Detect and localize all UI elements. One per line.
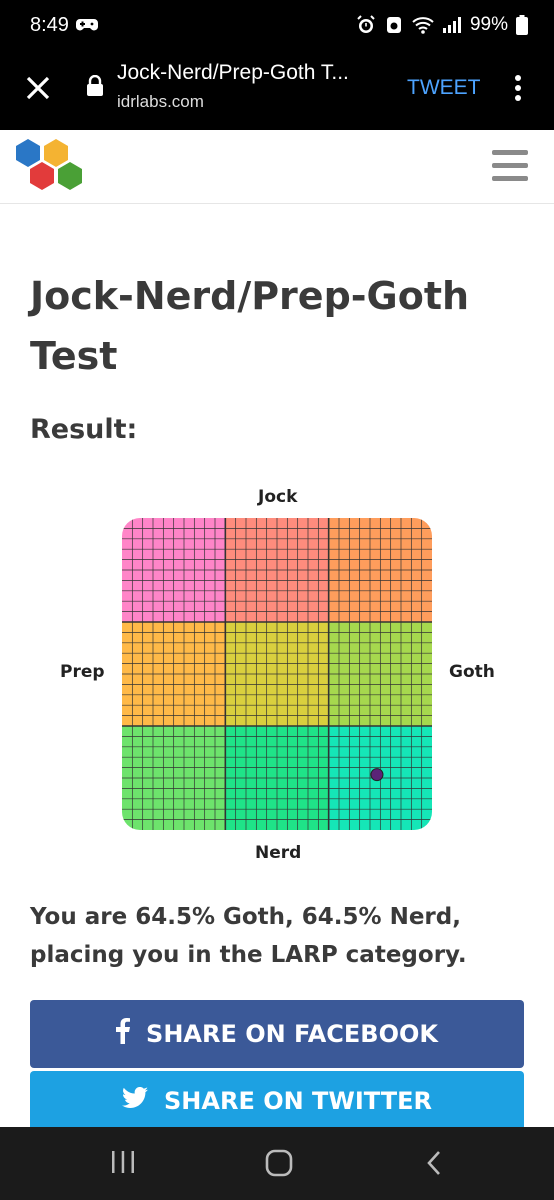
game-controller-icon	[76, 17, 98, 33]
idrlabs-logo-icon[interactable]	[14, 138, 86, 198]
wifi-icon	[412, 16, 434, 34]
axis-label-bottom: Nerd	[255, 843, 302, 863]
clock-icon	[384, 15, 404, 35]
browser-domain: idrlabs.com	[117, 92, 204, 111]
share-twitter-label: SHARE ON TWITTER	[164, 1087, 432, 1115]
axis-label-right: Goth	[449, 662, 495, 682]
close-icon[interactable]	[22, 72, 54, 104]
result-point	[370, 768, 384, 782]
home-icon[interactable]	[265, 1149, 293, 1181]
recent-apps-icon[interactable]	[110, 1149, 136, 1179]
more-options-icon[interactable]	[510, 72, 526, 108]
battery-percent: 99%	[469, 14, 508, 35]
tweet-button[interactable]: TWEET	[407, 76, 481, 100]
hamburger-menu-icon[interactable]	[492, 150, 528, 186]
back-icon[interactable]	[424, 1149, 444, 1181]
axis-label-top: Jock	[258, 487, 298, 507]
system-navigation-bar	[0, 1127, 554, 1200]
status-time: 8:49	[30, 14, 69, 36]
axis-label-left: Prep	[60, 662, 105, 682]
site-header	[0, 130, 554, 204]
share-facebook-label: SHARE ON FACEBOOK	[146, 1020, 438, 1048]
result-chart	[122, 518, 432, 830]
twitter-icon	[122, 1086, 149, 1115]
facebook-icon	[116, 1018, 131, 1050]
battery-icon	[516, 15, 528, 35]
lock-icon	[86, 74, 104, 101]
browser-page-title: Jock-Nerd/Prep-Goth T...	[117, 61, 349, 84]
alarm-icon	[356, 15, 376, 35]
status-bar: 8:49 99%	[0, 0, 554, 52]
result-text: You are 64.5% Goth, 64.5% Nerd, placing …	[30, 904, 467, 968]
browser-toolbar: Jock-Nerd/Prep-Goth T... idrlabs.com TWE…	[0, 52, 554, 130]
signal-icon	[442, 16, 462, 34]
share-facebook-button[interactable]: SHARE ON FACEBOOK	[30, 1000, 524, 1068]
share-twitter-button[interactable]: SHARE ON TWITTER	[30, 1071, 524, 1131]
page-title: Jock-Nerd/Prep-Goth Test	[30, 274, 470, 378]
result-label: Result:	[30, 414, 138, 445]
result-chart-svg	[122, 518, 432, 830]
